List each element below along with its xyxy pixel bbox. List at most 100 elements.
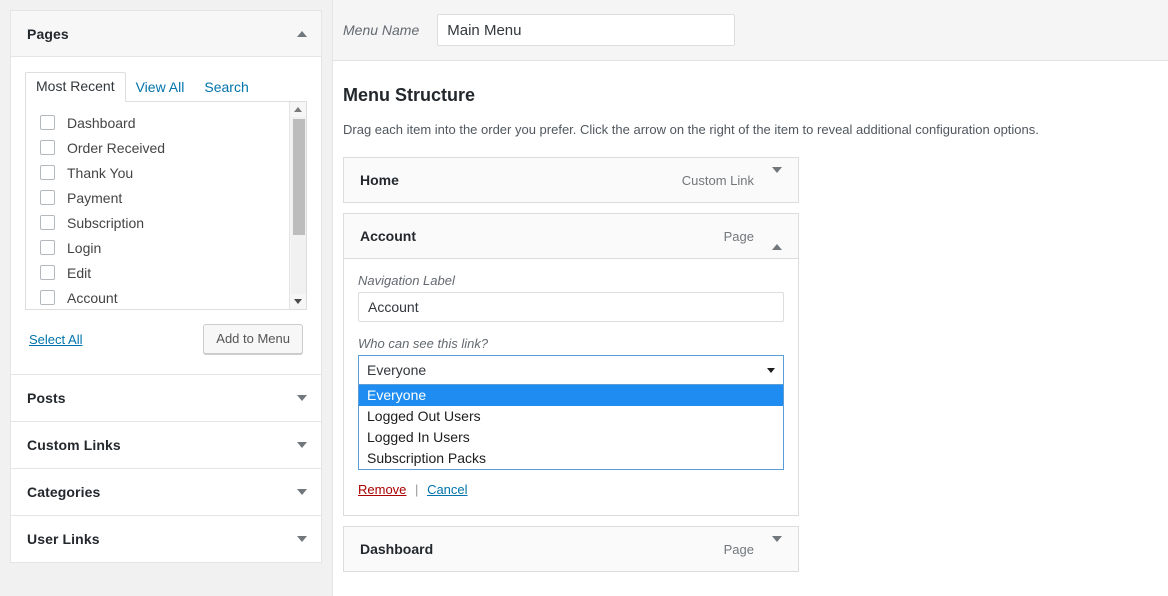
chevron-up-icon bbox=[772, 228, 782, 250]
option-logged-in-users[interactable]: Logged In Users bbox=[359, 427, 783, 448]
scroll-up-button[interactable] bbox=[290, 102, 306, 117]
visibility-label: Who can see this link? bbox=[358, 336, 489, 351]
menu-structure-section: Menu Structure Drag each item into the o… bbox=[333, 61, 1168, 572]
accordion-panel-categories: Categories bbox=[10, 468, 322, 515]
chevron-down-icon[interactable] bbox=[297, 489, 307, 495]
list-item[interactable]: Edit bbox=[26, 260, 306, 285]
checkbox[interactable] bbox=[40, 215, 55, 230]
visibility-select-value: Everyone bbox=[367, 362, 427, 378]
accordion-header-custom-links[interactable]: Custom Links bbox=[11, 422, 321, 468]
navigation-label-label: Navigation Label bbox=[358, 273, 455, 288]
option-subscription-packs[interactable]: Subscription Packs bbox=[359, 448, 783, 469]
menu-item-dashboard[interactable]: Dashboard Page bbox=[343, 526, 799, 572]
pages-list-footer: Select All Add to Menu bbox=[25, 310, 307, 360]
tab-most-recent[interactable]: Most Recent bbox=[25, 72, 126, 102]
checkbox[interactable] bbox=[40, 165, 55, 180]
menu-item-account-header[interactable]: Account Page bbox=[344, 214, 798, 258]
accordion-panel-posts: Posts bbox=[10, 374, 322, 421]
accordion-title-custom-links: Custom Links bbox=[27, 437, 121, 453]
menu-item-type: Custom Link bbox=[681, 172, 754, 188]
chevron-down-icon bbox=[767, 367, 775, 373]
list-item[interactable]: Account bbox=[26, 285, 306, 309]
chevron-down-icon bbox=[772, 166, 782, 188]
select-all-link[interactable]: Select All bbox=[29, 332, 82, 347]
list-item[interactable]: Payment bbox=[26, 185, 306, 210]
menu-item-title: Dashboard bbox=[360, 541, 434, 557]
scroll-down-button[interactable] bbox=[290, 294, 306, 309]
accordion-header-pages[interactable]: Pages bbox=[11, 11, 321, 57]
accordion-title-pages: Pages bbox=[27, 25, 69, 42]
scrollbar-track[interactable] bbox=[291, 117, 306, 294]
pages-tab-list: Most Recent View All Search bbox=[25, 72, 307, 102]
tab-search-label: Search bbox=[204, 79, 249, 95]
scrollbar-thumb[interactable] bbox=[293, 119, 305, 235]
menu-editor-screen: Pages Most Recent View All Search Dashbo… bbox=[0, 0, 1168, 596]
triangle-down-icon bbox=[294, 299, 302, 304]
checkbox[interactable] bbox=[40, 265, 55, 280]
list-item[interactable]: Dashboard bbox=[26, 110, 306, 135]
menu-editor-main: Menu Name Menu Structure Drag each item … bbox=[332, 0, 1168, 596]
navigation-label-input[interactable] bbox=[358, 292, 784, 322]
checkbox[interactable] bbox=[40, 115, 55, 130]
accordion-header-user-links[interactable]: User Links bbox=[11, 516, 321, 562]
menu-item-title: Account bbox=[360, 228, 416, 244]
action-separator: | bbox=[415, 482, 419, 497]
chevron-down-icon[interactable] bbox=[297, 536, 307, 542]
chevron-down-icon[interactable] bbox=[297, 395, 307, 401]
accordion-panel-pages: Pages Most Recent View All Search Dashbo… bbox=[10, 10, 322, 374]
list-item-label: Thank You bbox=[67, 164, 134, 181]
chevron-up-icon[interactable] bbox=[297, 30, 307, 37]
chevron-down-icon[interactable] bbox=[297, 442, 307, 448]
visibility-option-list: Everyone Logged Out Users Logged In User… bbox=[358, 385, 784, 470]
add-to-menu-button[interactable]: Add to Menu bbox=[203, 324, 303, 354]
checkbox[interactable] bbox=[40, 140, 55, 155]
cancel-link[interactable]: Cancel bbox=[427, 482, 467, 497]
option-logged-out-users[interactable]: Logged Out Users bbox=[359, 406, 783, 427]
menu-item-account[interactable]: Account Page Navigation Label Who can se… bbox=[343, 213, 799, 516]
checkbox[interactable] bbox=[40, 240, 55, 255]
tab-view-all[interactable]: View All bbox=[126, 74, 195, 102]
pages-checkbox-list-inner: Dashboard Order Received Thank You Payme… bbox=[26, 102, 306, 309]
menu-name-bar: Menu Name bbox=[333, 0, 1168, 61]
menu-item-settings-panel: Navigation Label Who can see this link? … bbox=[344, 258, 798, 515]
accordion-body-pages: Most Recent View All Search Dashboard Or… bbox=[11, 57, 321, 374]
tab-view-all-label: View All bbox=[135, 79, 185, 95]
list-item[interactable]: Thank You bbox=[26, 160, 306, 185]
menu-item-list: Home Custom Link Account Page Navigation… bbox=[343, 157, 799, 572]
chevron-down-icon bbox=[772, 535, 782, 557]
menu-item-collapse-toggle[interactable] bbox=[768, 225, 786, 250]
list-item-label: Payment bbox=[67, 189, 123, 206]
list-item-label: Order Received bbox=[67, 139, 166, 156]
pages-list-scrollbar[interactable] bbox=[289, 102, 306, 309]
visibility-select[interactable]: Everyone bbox=[358, 355, 784, 385]
accordion-title-user-links: User Links bbox=[27, 531, 100, 547]
accordion-title-posts: Posts bbox=[27, 390, 66, 406]
checkbox[interactable] bbox=[40, 290, 55, 305]
instructions-text: Drag each item into the order you prefer… bbox=[343, 122, 1039, 137]
accordion-panel-user-links: User Links bbox=[10, 515, 322, 563]
list-item-label: Dashboard bbox=[67, 114, 136, 131]
menu-item-title: Home bbox=[360, 172, 399, 188]
remove-link[interactable]: Remove bbox=[358, 482, 406, 497]
tab-search[interactable]: Search bbox=[194, 74, 258, 102]
menu-item-expand-toggle[interactable] bbox=[768, 535, 786, 561]
menu-item-home-header[interactable]: Home Custom Link bbox=[344, 158, 798, 202]
list-item[interactable]: Order Received bbox=[26, 135, 306, 160]
page-title: Menu Structure bbox=[343, 85, 476, 105]
list-item-label: Edit bbox=[67, 264, 92, 281]
menu-name-label: Menu Name bbox=[343, 22, 420, 38]
option-everyone[interactable]: Everyone bbox=[359, 385, 783, 406]
accordion-header-categories[interactable]: Categories bbox=[11, 469, 321, 515]
list-item[interactable]: Login bbox=[26, 235, 306, 260]
menu-item-home[interactable]: Home Custom Link bbox=[343, 157, 799, 203]
menu-item-dashboard-header[interactable]: Dashboard Page bbox=[344, 527, 798, 571]
menu-item-expand-toggle[interactable] bbox=[768, 166, 786, 192]
menu-item-type: Page bbox=[723, 541, 754, 557]
accordion-header-posts[interactable]: Posts bbox=[11, 375, 321, 421]
menu-item-actions: Remove | Cancel bbox=[358, 482, 784, 497]
pages-checkbox-list: Dashboard Order Received Thank You Payme… bbox=[25, 102, 307, 310]
add-menu-items-sidebar: Pages Most Recent View All Search Dashbo… bbox=[10, 10, 322, 563]
checkbox[interactable] bbox=[40, 190, 55, 205]
list-item[interactable]: Subscription bbox=[26, 210, 306, 235]
menu-name-input[interactable] bbox=[437, 14, 736, 46]
